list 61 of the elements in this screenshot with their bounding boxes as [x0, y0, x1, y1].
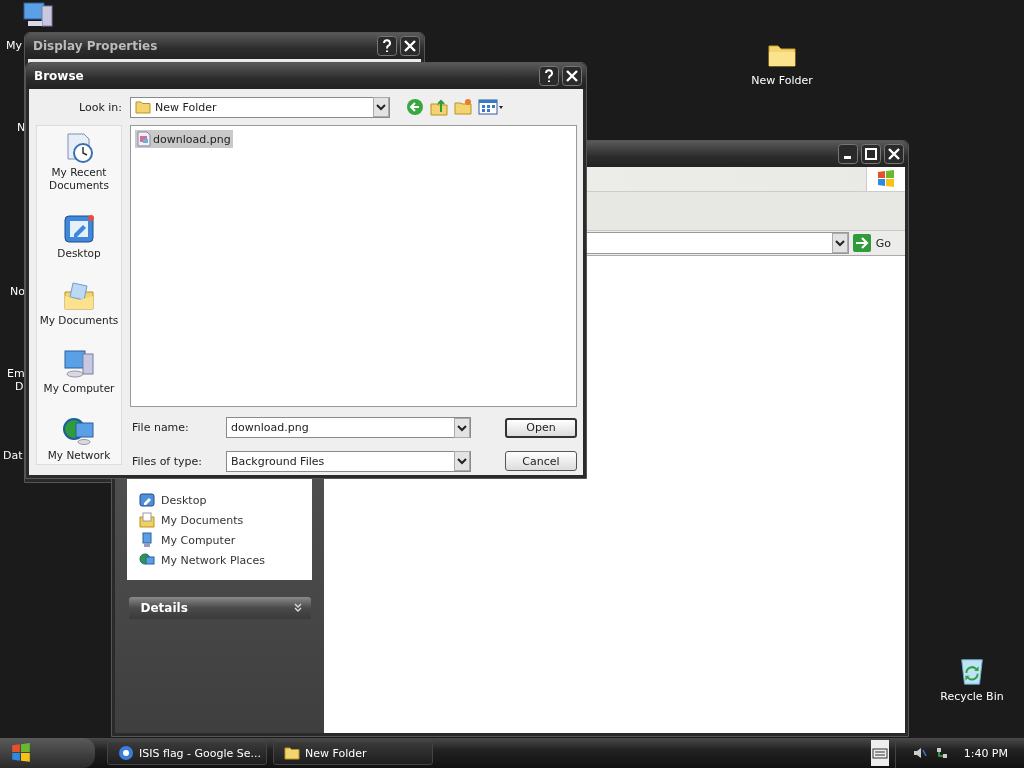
desktop-icon-label: D: [15, 380, 24, 393]
place-link[interactable]: My Computer: [161, 533, 236, 547]
taskbar-button[interactable]: New Folder: [273, 741, 433, 765]
computer-icon[interactable]: [22, 2, 54, 30]
dialog-title: Browse: [34, 69, 84, 83]
close-icon[interactable]: [562, 66, 582, 86]
cancel-button[interactable]: Cancel: [505, 451, 577, 472]
browser-icon: [118, 745, 134, 761]
window-title: Display Properties: [33, 39, 158, 53]
desktop-icon-label: Dat: [3, 449, 23, 462]
start-button[interactable]: [0, 738, 95, 768]
image-file-icon: [137, 131, 151, 147]
computer-icon: [139, 532, 155, 548]
desktop-icon-label: My: [6, 39, 22, 52]
desktop-icon-label: New Folder: [751, 74, 813, 87]
file-item[interactable]: download.png: [135, 130, 233, 148]
details-header[interactable]: Details: [128, 597, 311, 619]
chevron-down-icon: [292, 603, 303, 613]
views-icon[interactable]: [478, 98, 504, 116]
place-label: My Computer: [42, 381, 116, 395]
clock: 1:40 PM: [963, 746, 1008, 760]
file-type-label: Files of type:: [132, 454, 202, 468]
file-name-field[interactable]: download.png: [226, 417, 471, 439]
place-label: Desktop: [56, 246, 102, 260]
open-button[interactable]: Open: [505, 417, 577, 438]
folder-icon: [284, 745, 300, 761]
look-in-label: Look in:: [79, 100, 122, 114]
go-button[interactable]: Go: [852, 234, 891, 252]
desktop-icon-label: No: [10, 285, 25, 298]
place-link[interactable]: My Documents: [161, 513, 244, 527]
windows-logo-icon: [10, 742, 32, 764]
close-icon[interactable]: [884, 144, 904, 164]
network-icon: [139, 552, 155, 568]
desktop-icon-label: N: [17, 121, 26, 134]
desktop-icon-label: Recycle Bin: [940, 690, 1004, 703]
close-icon[interactable]: [400, 36, 420, 56]
file-name-label: File name:: [132, 421, 189, 435]
file-type-dropdown[interactable]: Background Files: [226, 450, 471, 472]
desktop-icon[interactable]: [63, 212, 95, 245]
documents-icon: [139, 512, 155, 528]
place-link[interactable]: Desktop: [161, 493, 207, 507]
desktop-icon-label: Em: [7, 367, 25, 380]
place-label: My Recent Documents: [48, 166, 110, 192]
help-icon[interactable]: [539, 66, 559, 86]
place-link[interactable]: My Network Places: [161, 553, 265, 567]
desktop-icon: [139, 492, 155, 508]
place-label: My Documents: [38, 314, 120, 327]
maximize-icon[interactable]: [861, 144, 881, 164]
place-label: My Network: [46, 449, 112, 462]
taskbar-button[interactable]: ISIS flag - Google Se...: [107, 741, 267, 765]
windows-logo-icon: [876, 169, 896, 189]
look-in-dropdown[interactable]: New Folder: [130, 96, 390, 118]
network-icon[interactable]: [63, 415, 95, 447]
keyboard-icon[interactable]: [870, 740, 889, 766]
speaker-icon[interactable]: [911, 745, 928, 761]
help-icon[interactable]: [377, 36, 397, 56]
folder-icon: [135, 99, 151, 115]
go-arrow-icon: [852, 234, 871, 252]
up-folder-icon[interactable]: [430, 98, 448, 116]
minimize-icon[interactable]: [838, 144, 858, 164]
back-icon[interactable]: [406, 98, 424, 116]
